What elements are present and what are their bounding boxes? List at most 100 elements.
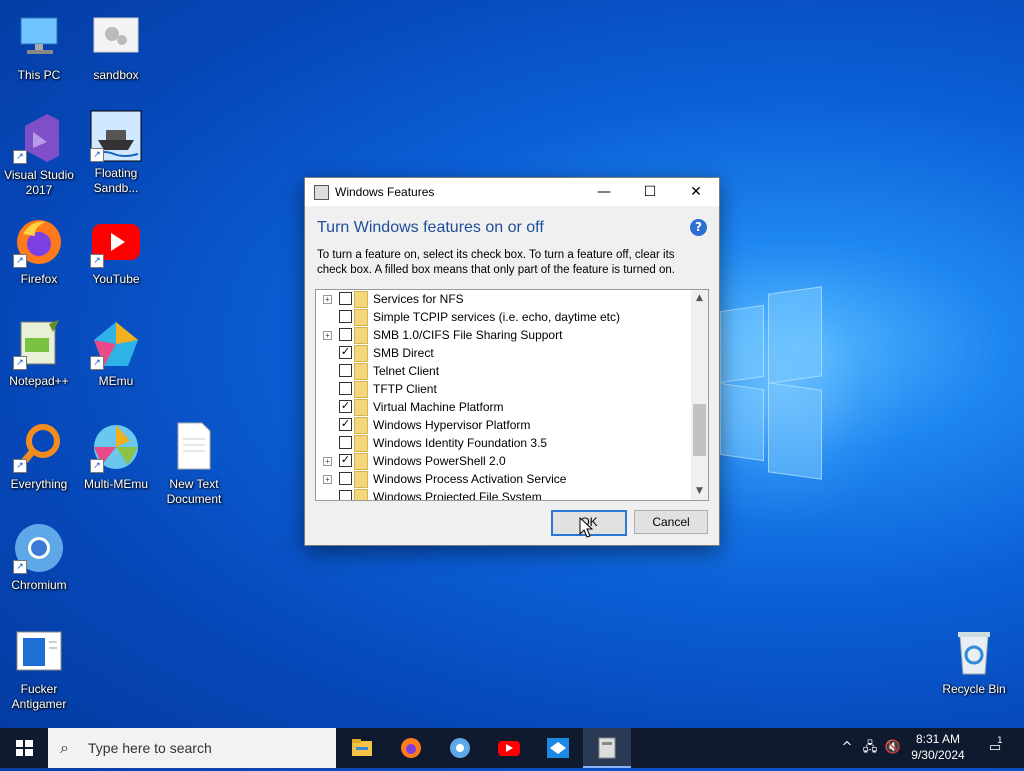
dialog-heading: Turn Windows features on or off	[317, 219, 544, 236]
expand-icon[interactable]: +	[323, 295, 332, 304]
folder-icon	[354, 291, 368, 308]
desktop-icon-floating-sandbox[interactable]: ↗ Floating Sandb...	[78, 110, 154, 196]
desktop-icon-youtube[interactable]: ↗ YouTube	[78, 216, 154, 287]
feature-checkbox[interactable]	[339, 364, 352, 377]
feature-checkbox[interactable]: ✓	[339, 454, 352, 467]
feature-row[interactable]: + Services for NFS	[316, 290, 688, 308]
feature-row[interactable]: + SMB 1.0/CIFS File Sharing Support	[316, 326, 688, 344]
vertical-scrollbar[interactable]: ▲ ▼	[691, 290, 708, 500]
folder-icon	[354, 417, 368, 434]
feature-label: Windows Identity Foundation 3.5	[373, 436, 548, 450]
feature-label: Windows Process Activation Service	[373, 472, 567, 486]
help-icon[interactable]: ?	[690, 219, 707, 236]
folder-icon	[354, 327, 368, 344]
chromium-icon: ↗	[13, 522, 65, 574]
desktop-icon-this-pc[interactable]: This PC	[1, 12, 77, 83]
scroll-thumb[interactable]	[693, 404, 706, 456]
folder-icon	[354, 435, 368, 452]
feature-row[interactable]: Telnet Client	[316, 362, 688, 380]
feature-label: Windows PowerShell 2.0	[373, 454, 506, 468]
feature-row[interactable]: + ✓ Windows PowerShell 2.0	[316, 452, 688, 470]
application-window-icon	[13, 626, 65, 678]
taskbar-clock[interactable]: 8:31 AM 9/30/2024	[900, 731, 976, 763]
taskbar-youtube[interactable]	[485, 728, 533, 768]
multi-memu-icon: ↗	[90, 421, 142, 473]
expand-icon[interactable]: +	[323, 331, 332, 340]
desktop-icon-multi-memu[interactable]: ↗ Multi-MEmu	[78, 421, 154, 492]
folder-icon	[354, 309, 368, 326]
feature-checkbox[interactable]	[339, 292, 352, 305]
shortcut-arrow-icon: ↗	[13, 150, 27, 164]
expand-icon[interactable]: +	[323, 457, 332, 466]
expand-icon[interactable]: +	[323, 475, 332, 484]
folder-icon	[354, 399, 368, 416]
chromium-icon	[450, 738, 470, 758]
feature-checkbox[interactable]	[339, 472, 352, 485]
feature-checkbox[interactable]	[339, 436, 352, 449]
desktop-icon-new-text-document[interactable]: New Text Document	[156, 421, 232, 507]
feature-row[interactable]: Windows Projected File System	[316, 488, 688, 500]
scroll-up-icon[interactable]: ▲	[691, 290, 708, 307]
feature-checkbox[interactable]	[339, 328, 352, 341]
taskbar-sandbox-app[interactable]	[534, 728, 582, 768]
feature-checkbox[interactable]	[339, 382, 352, 395]
notepad-plus-plus-icon: ↗	[13, 318, 65, 370]
desktop-icon-chromium[interactable]: ↗ Chromium	[1, 522, 77, 593]
icon-label: Multi-MEmu	[83, 477, 148, 491]
folder-icon	[354, 489, 368, 500]
feature-row[interactable]: ✓ Windows Hypervisor Platform	[316, 416, 688, 434]
feature-checkbox[interactable]: ✓	[339, 346, 352, 359]
feature-checkbox[interactable]: ✓	[339, 418, 352, 431]
feature-row[interactable]: ✓ SMB Direct	[316, 344, 688, 362]
recycle-bin-icon	[948, 626, 1000, 678]
desktop-icon-firefox[interactable]: ↗ Firefox	[1, 216, 77, 287]
close-button[interactable]: ✕	[673, 178, 719, 206]
feature-label: Telnet Client	[373, 364, 440, 378]
desktop-icon-visual-studio[interactable]: ↗ Visual Studio 2017	[1, 112, 77, 198]
windows-features-icon	[314, 185, 329, 200]
youtube-icon	[498, 741, 520, 756]
feature-row[interactable]: Simple TCPIP services (i.e. echo, daytim…	[316, 308, 688, 326]
desktop-icon-sandbox[interactable]: sandbox	[78, 12, 154, 83]
notification-center-button[interactable]: ▭ 1	[980, 728, 1010, 768]
feature-row[interactable]: Windows Identity Foundation 3.5	[316, 434, 688, 452]
taskbar-windows-features[interactable]	[583, 728, 631, 768]
memu-icon: ↗	[90, 318, 142, 370]
feature-row[interactable]: ✓ Virtual Machine Platform	[316, 398, 688, 416]
icon-label: MEmu	[98, 374, 134, 388]
icon-label: Everything	[10, 477, 68, 491]
feature-checkbox[interactable]	[339, 490, 352, 500]
title-bar[interactable]: Windows Features — ☐ ✕	[305, 178, 719, 206]
desktop-icon-fucker-antigamer[interactable]: Fucker Antigamer	[1, 626, 77, 712]
desktop-icon-everything[interactable]: ↗ Everything	[1, 421, 77, 492]
icon-label: Recycle Bin	[942, 682, 1006, 696]
desktop-icon-memu[interactable]: ↗ MEmu	[78, 318, 154, 389]
minimize-button[interactable]: —	[581, 178, 627, 206]
firefox-icon	[401, 738, 421, 758]
network-icon[interactable]: 🖧	[860, 728, 880, 768]
icon-label: YouTube	[92, 272, 140, 286]
cancel-button[interactable]: Cancel	[634, 510, 708, 534]
taskbar: ⌕ Type here to search ^ 🖧 🔇 8:31 AM 9/30…	[0, 728, 1024, 768]
clock-time: 8:31 AM	[915, 732, 961, 746]
scroll-down-icon[interactable]: ▼	[691, 483, 708, 500]
desktop-icon-notepad-plus-plus[interactable]: ↗ Notepad++	[1, 318, 77, 389]
shortcut-arrow-icon: ↗	[13, 560, 27, 574]
feature-row[interactable]: TFTP Client	[316, 380, 688, 398]
visual-studio-icon: ↗	[13, 112, 65, 164]
feature-row[interactable]: + Windows Process Activation Service	[316, 470, 688, 488]
taskbar-search-box[interactable]: ⌕ Type here to search	[48, 728, 336, 768]
desktop-icon-recycle-bin[interactable]: Recycle Bin	[936, 626, 1012, 697]
feature-label: SMB Direct	[373, 346, 434, 360]
taskbar-file-explorer[interactable]	[338, 728, 386, 768]
folder-icon	[354, 471, 368, 488]
taskbar-firefox[interactable]	[387, 728, 435, 768]
maximize-button[interactable]: ☐	[627, 178, 673, 206]
windows-features-dialog: Windows Features — ☐ ✕ Turn Windows feat…	[304, 177, 720, 546]
show-hidden-icons-chevron-icon[interactable]: ^	[838, 728, 856, 768]
feature-checkbox[interactable]: ✓	[339, 400, 352, 413]
start-button[interactable]	[0, 728, 48, 768]
taskbar-chromium[interactable]	[436, 728, 484, 768]
windows-features-icon	[598, 737, 616, 759]
feature-checkbox[interactable]	[339, 310, 352, 323]
